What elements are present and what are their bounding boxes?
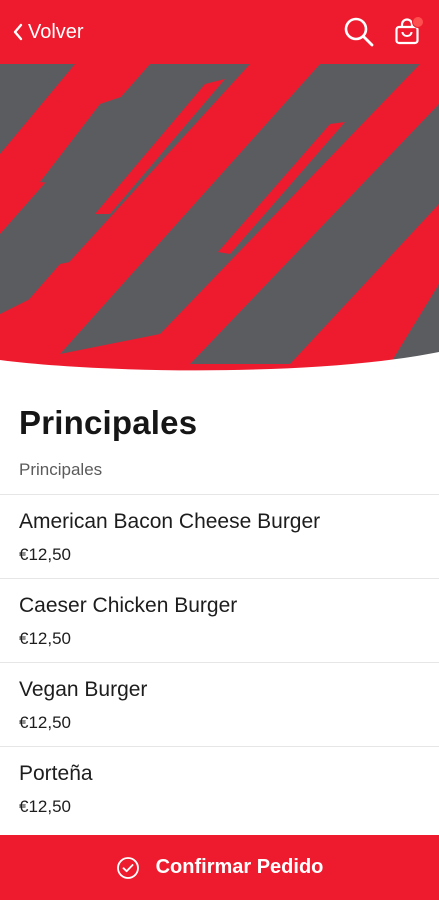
menu-item[interactable]: American Bacon Cheese Burger €12,50 bbox=[0, 494, 439, 578]
menu-item-price: €12,50 bbox=[19, 629, 71, 648]
menu-item-name: Vegan Burger bbox=[19, 678, 148, 701]
cart-button[interactable] bbox=[389, 14, 425, 50]
cart-notification-dot bbox=[412, 16, 424, 28]
search-button[interactable] bbox=[341, 14, 377, 50]
menu-item-price: €12,50 bbox=[19, 545, 71, 564]
category-hero-image bbox=[0, 64, 439, 374]
back-label: Volver bbox=[28, 20, 84, 43]
menu-item-list: American Bacon Cheese Burger €12,50 Caes… bbox=[0, 494, 439, 830]
menu-content: Principales Principales American Bacon C… bbox=[0, 374, 439, 834]
back-button[interactable]: Volver bbox=[12, 21, 84, 44]
confirm-order-label: Confirmar Pedido bbox=[155, 856, 324, 878]
menu-item-price: €12,50 bbox=[19, 797, 71, 816]
top-app-bar: Volver bbox=[0, 0, 439, 64]
menu-item-name: Porteña bbox=[19, 762, 93, 785]
menu-item[interactable]: Caeser Chicken Burger €12,50 bbox=[0, 578, 439, 662]
menu-item[interactable]: Vegan Burger €12,50 bbox=[0, 662, 439, 746]
chevron-left-icon bbox=[13, 23, 23, 41]
menu-item-price: €12,50 bbox=[19, 713, 71, 732]
search-icon bbox=[344, 17, 374, 47]
menu-item-name: American Bacon Cheese Burger bbox=[19, 510, 321, 533]
page-title: Principales bbox=[19, 404, 198, 441]
menu-item-name: Caeser Chicken Burger bbox=[19, 594, 238, 617]
menu-item[interactable]: Porteña €12,50 bbox=[0, 746, 439, 830]
brush-stripe-pattern bbox=[0, 64, 439, 374]
confirm-order-button[interactable]: Confirmar Pedido bbox=[0, 835, 439, 900]
top-actions bbox=[341, 14, 425, 50]
section-label: Principales bbox=[19, 460, 103, 479]
check-circle-icon bbox=[116, 856, 139, 879]
